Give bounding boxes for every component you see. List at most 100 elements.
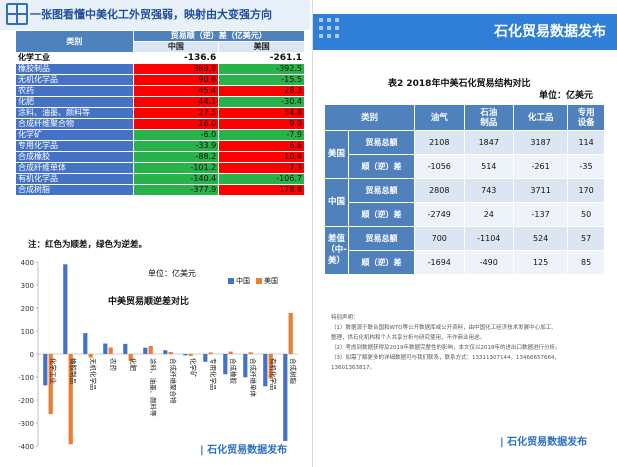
y-tick-label: -100: [18, 374, 34, 382]
y-tick-label: -200: [18, 397, 34, 405]
cell-us: 178.8: [218, 184, 305, 196]
row-category: 农药: [15, 85, 134, 97]
cell-us: -392.5: [218, 63, 305, 75]
table-cell: 50: [567, 202, 605, 227]
cell-us: -261.1: [218, 52, 305, 64]
bar-china: [163, 350, 168, 354]
table-row: 化学工业 -136.6 -261.1: [15, 52, 305, 64]
trade-balance-table: 类别 贸易顺（逆）差（亿美元） 中国 美国 化学工业 -136.6 -261.1 橡胶…: [15, 30, 305, 196]
y-tick-label: -400: [18, 443, 34, 451]
table-cell: 170: [567, 178, 605, 203]
bar-us: [148, 345, 153, 354]
y-tick-label: 0: [30, 351, 34, 359]
right-banner: 石化贸易数据发布: [313, 14, 617, 50]
row-metric: 顺（逆）差: [348, 250, 415, 275]
table-row: 合成纤维聚合物 16.0 9.0: [15, 118, 305, 130]
table-cell: 514: [463, 154, 515, 179]
special-note-line: 13601363817。: [331, 365, 375, 371]
rtable-header-category: 类别: [324, 104, 415, 131]
cell-china: -6.0: [132, 129, 220, 141]
bar-china: [63, 264, 68, 354]
table-row: 橡胶制品 389.9 -392.5: [15, 63, 305, 75]
cell-china: 27.5: [132, 107, 220, 119]
bar-china: [83, 333, 88, 354]
y-tick-label: 100: [21, 328, 34, 336]
cell-us: 34.8: [218, 107, 305, 119]
cell-us: -15.5: [218, 74, 305, 86]
y-tick-label: 400: [21, 259, 34, 267]
cell-us: 7.3: [218, 162, 305, 174]
table-row: 中国 贸易总额 2808 743 3711 170: [324, 178, 605, 227]
row-category: 合成纤维聚合物: [15, 118, 134, 130]
x-tick-label: 无机化学品: [89, 358, 98, 391]
left-footer: | 石化贸易数据发布: [200, 445, 288, 456]
table-row: 顺（逆）差 -1694 -490 125 85: [325, 250, 605, 275]
logo-icon: [6, 3, 28, 25]
table-cell: 2108: [414, 130, 465, 155]
x-tick-label: 合成纤维聚合物: [169, 358, 178, 404]
row-category: 合成树脂: [15, 184, 134, 196]
cell-china: 389.9: [132, 63, 220, 75]
table-cell: 524: [513, 226, 569, 251]
table-cell: -1104: [463, 226, 515, 251]
bar-china: [283, 354, 288, 441]
cell-us: 6.6: [218, 140, 305, 152]
row-category: 专用化学品: [15, 140, 134, 152]
x-tick-label: 合成树脂: [289, 358, 298, 385]
row-metric: 贸易总额: [348, 178, 415, 203]
table-cell: 3187: [513, 130, 569, 155]
rtable-header-col: 化工品: [513, 104, 569, 131]
table-row: 化学矿 -6.0 -7.9: [15, 129, 305, 141]
cell-china: -101.2: [132, 162, 220, 174]
left-title: 一张图看懂中美化工外贸强弱，映射由大变强方向: [30, 8, 272, 21]
cell-china: -88.2: [132, 151, 220, 163]
bar-china: [183, 354, 188, 356]
chart-unit: 单位：亿美元: [148, 269, 196, 278]
table-cell: 743: [463, 178, 515, 203]
table-row: 专用化学品 -33.9 6.6: [15, 140, 305, 152]
table-cell: -1056: [414, 154, 465, 179]
special-note-line: （2）考虑到数据获得及2019年数据完整性的影响，本文仅以2018年的进出口数据…: [331, 345, 561, 351]
table-row: 顺（逆）差 -1056 514 -261 -35: [325, 154, 605, 179]
x-tick-label: 合成橡胶: [229, 358, 238, 385]
bar-china: [243, 354, 248, 378]
table-row: 合成纤维单体 -101.2 7.3: [15, 162, 305, 174]
x-tick-label: 化学矿: [189, 358, 198, 378]
x-tick-label: 橡胶制品: [69, 358, 78, 384]
table-cell: 125: [513, 250, 569, 275]
banner-title: 石化贸易数据发布: [494, 24, 606, 40]
table-unit: 单位：亿美元: [539, 91, 594, 101]
x-tick-label: 农药: [109, 358, 118, 372]
color-note: 注：红色为顺差，绿色为逆差。: [28, 240, 148, 250]
cell-china: 16.0: [132, 118, 220, 130]
legend-item-us: 美国: [256, 276, 278, 286]
table-cell: 2808: [414, 178, 465, 203]
cell-china: -377.9: [132, 184, 220, 196]
chart-title: 中美贸易顺逆差对比: [108, 297, 190, 307]
table-cell: -2749: [414, 202, 465, 227]
table-cell: -137: [513, 202, 569, 227]
table-row: 无机化学品 90.6 -15.5: [15, 74, 305, 86]
special-note-line: 整理，供石化机构和个人共享分析与研究使用，不作商业用途。: [331, 335, 486, 341]
row-region: 中国: [324, 178, 349, 227]
x-tick-label: 涂料、油墨、颜料等: [149, 358, 158, 417]
cell-china: 90.6: [132, 74, 220, 86]
cell-china: 45.4: [132, 85, 220, 97]
x-tick-label: 合成纤维单体: [249, 358, 258, 398]
y-tick-label: 200: [21, 305, 34, 313]
special-note-line: （1）数据源于联合国和WTO等公开数据库或公开资料，由中国化工经济技术发展中心加…: [331, 325, 557, 331]
bar-us: [208, 352, 213, 354]
bar-china: [103, 343, 108, 354]
structure-table: 类别 油气 石油 制品 化工品 专用 设备 美国 贸易总额 2108 1847 3187 11…: [324, 104, 605, 275]
table-row: 化肥 44.1 -30.4: [15, 96, 305, 108]
table-cell: 24: [463, 202, 515, 227]
cell-china: -136.6: [132, 52, 220, 64]
table-row: 合成树脂 -377.9 178.8: [15, 184, 305, 196]
special-note-title: 特别声明：: [331, 315, 359, 321]
rtable-header-col: 石油 制品: [463, 104, 515, 131]
right-footer: | 石化贸易数据发布: [500, 437, 588, 448]
row-category: 化学工业: [15, 52, 134, 64]
table-row: 合成橡胶 -88.2 10.4: [15, 151, 305, 163]
y-tick-label: -300: [18, 420, 34, 428]
bar-us: [108, 347, 113, 354]
